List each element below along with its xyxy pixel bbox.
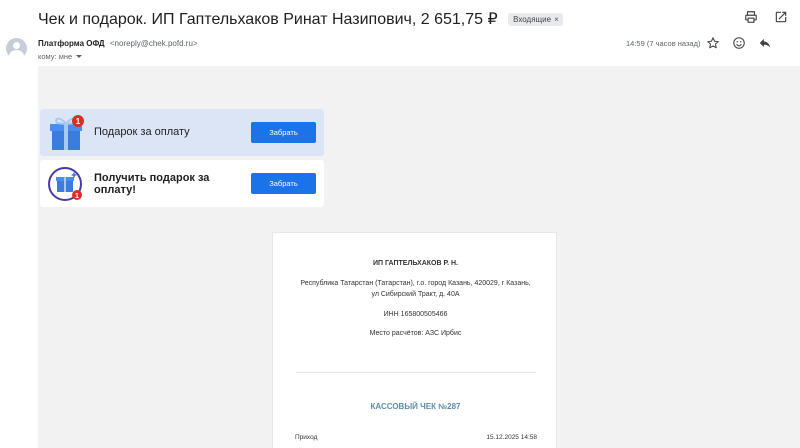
promo-title: Получить подарок за оплату! <box>94 172 210 196</box>
message-actions <box>706 36 772 50</box>
recipient-toggle[interactable]: кому: мне <box>38 52 83 61</box>
inbox-label-chip[interactable]: Входящие × <box>508 13 563 26</box>
sender-avatar[interactable] <box>6 38 27 59</box>
receipt-card: ИП ГАПТЕЛЬХАКОВ Р. Н. Республика Татарст… <box>272 232 557 448</box>
badge-count: 1 <box>76 117 81 126</box>
subject-row: Чек и подарок. ИП Гаптельхаков Ринат Наз… <box>0 0 800 36</box>
receipt-row-label: Приход <box>295 434 318 441</box>
receipt-org-name: ИП ГАПТЕЛЬХАКОВ Р. Н. <box>372 260 458 267</box>
sender-name[interactable]: Платформа ОФД <box>38 39 105 48</box>
chevron-down-icon[interactable] <box>76 55 83 58</box>
sender-info: Платформа ОФД <noreply@chek.pofd.ru> <box>38 39 198 48</box>
print-icon[interactable] <box>744 10 758 24</box>
emoji-react-icon[interactable] <box>732 36 746 50</box>
open-in-new-window-icon[interactable] <box>774 10 788 24</box>
promo-title: Подарок за оплату <box>94 126 190 138</box>
promo-card-get-gift: 1 Получить подарок за оплату! Забрать <box>40 160 324 207</box>
remove-label-icon[interactable]: × <box>554 15 559 24</box>
top-actions <box>744 10 788 24</box>
gift-circle-icon: 1 <box>48 165 84 203</box>
email-time: 14:59 (7 часов назад) <box>626 39 701 48</box>
reply-icon[interactable] <box>758 36 772 50</box>
star-icon[interactable] <box>706 36 720 50</box>
badge-count: 1 <box>75 193 79 200</box>
recipient-text: кому: мне <box>38 52 73 61</box>
subject-text: Чек и подарок. ИП Гаптельхаков Ринат Наз… <box>38 11 498 28</box>
receipt-title: КАССОВЫЙ ЧЕК №287 <box>370 402 461 411</box>
receipt-place: Место расчётов: АЗС Ирбис <box>369 330 462 337</box>
email-subject: Чек и подарок. ИП Гаптельхаков Ринат Наз… <box>38 9 563 29</box>
gift-box-icon: 1 <box>48 114 84 152</box>
promo-card-gift: 1 Подарок за оплату Забрать <box>40 109 324 156</box>
receipt-inn: ИНН 165800505466 <box>383 311 448 318</box>
claim-gift-button[interactable]: Забрать <box>251 173 316 194</box>
sender-email: <noreply@chek.pofd.ru> <box>109 39 198 48</box>
receipt-address: Республика Татарстан (Татарстан), г.о. г… <box>300 280 531 298</box>
receipt-row-value: 15.12.2025 14:58 <box>486 434 537 441</box>
inbox-label-text: Входящие <box>513 15 552 24</box>
receipt-divider <box>296 372 536 373</box>
claim-gift-button[interactable]: Забрать <box>251 122 316 143</box>
